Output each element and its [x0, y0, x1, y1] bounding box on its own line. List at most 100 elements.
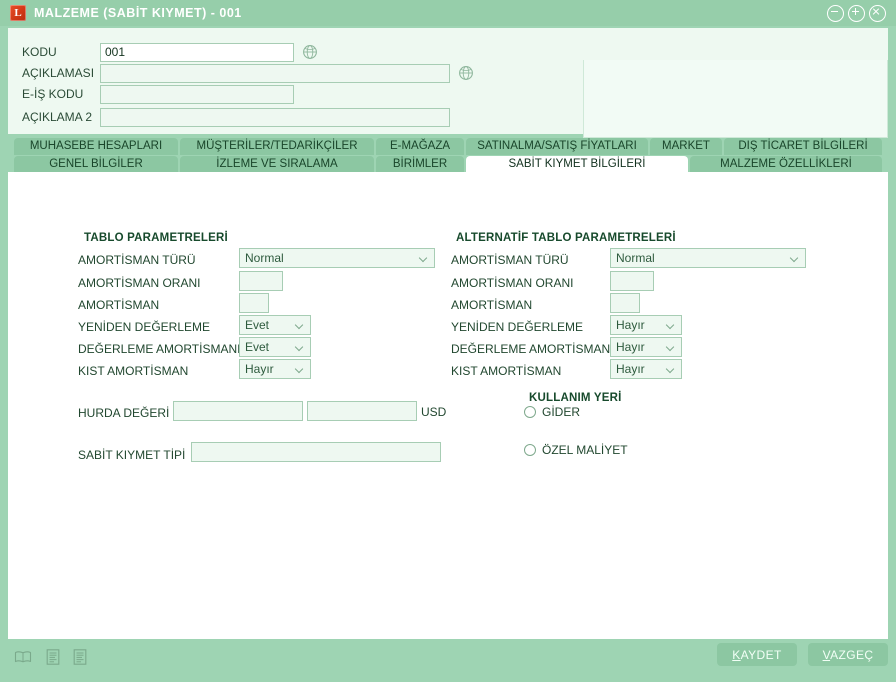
- maximize-button[interactable]: [848, 4, 865, 22]
- cancel-accel: V: [822, 647, 831, 662]
- section-title-alternatif-tablo-parametreleri: ALTERNATİF TABLO PARAMETRELERİ: [456, 232, 676, 244]
- tab-e-magaza[interactable]: E-MAĞAZA: [376, 138, 464, 155]
- yeniden-degerleme-select[interactable]: Evet: [239, 315, 311, 335]
- tab-strip: MUHASEBE HESAPLARI MÜŞTERİLER/TEDARİKÇİL…: [8, 138, 888, 174]
- field-row-aciklama2: AÇIKLAMA 2: [22, 107, 450, 127]
- logo-app-icon: L: [10, 5, 26, 21]
- kist-amortisman-select[interactable]: Hayır: [239, 359, 311, 379]
- save-button[interactable]: KAYDET: [717, 643, 797, 666]
- alt-amortisman-turu-value: Normal: [616, 251, 655, 265]
- chevron-down-icon: [791, 255, 799, 260]
- item-image-panel[interactable]: [583, 60, 888, 138]
- label-amortisman-turu: AMORTİSMAN TÜRÜ: [78, 253, 196, 267]
- tab-dis-ticaret-bilgileri[interactable]: DIŞ TİCARET BİLGİLERİ: [724, 138, 882, 155]
- label-kodu: KODU: [22, 45, 57, 59]
- chevron-down-icon: [296, 344, 304, 349]
- section-title-kullanim-yeri: KULLANIM YERİ: [529, 392, 622, 404]
- tab-birimler[interactable]: BİRİMLER: [376, 156, 464, 173]
- alt-amortisman-orani-input[interactable]: [610, 271, 654, 291]
- alt-yeniden-degerleme-value: Hayır: [616, 318, 645, 332]
- app-window: L MALZEME (SABİT KIYMET) - 001 KODU AÇIK…: [0, 0, 896, 682]
- cancel-label-rest: AZGEÇ: [830, 647, 874, 662]
- kist-amortisman-value: Hayır: [245, 362, 274, 376]
- label-hurda-degeri: HURDA DEĞERİ: [78, 406, 170, 420]
- save-label-rest: AYDET: [740, 647, 782, 662]
- tab-market[interactable]: MARKET: [650, 138, 722, 155]
- window-controls: [827, 4, 890, 22]
- tab-genel-bilgiler[interactable]: GENEL BİLGİLER: [14, 156, 178, 173]
- tab-malzeme-ozellikleri[interactable]: MALZEME ÖZELLİKLERİ: [690, 156, 882, 173]
- cancel-button[interactable]: VAZGEÇ: [808, 643, 888, 666]
- alt-amortisman-input[interactable]: [610, 293, 640, 313]
- label-alt-kist-amortisman: KIST AMORTİSMAN: [451, 364, 562, 378]
- label-alt-degerleme-amortismani: DEĞERLEME AMORTİSMANI: [451, 342, 614, 356]
- label-alt-amortisman: AMORTİSMAN: [451, 298, 533, 312]
- label-aciklama2: AÇIKLAMA 2: [22, 110, 93, 124]
- aciklama2-input[interactable]: [100, 107, 450, 127]
- label-aciklamasi: AÇIKLAMASI: [22, 66, 95, 80]
- field-row-eis-kodu: E-İŞ KODU: [22, 84, 294, 104]
- document-lines-icon[interactable]: [44, 648, 62, 666]
- sabit-kiymet-tipi-input[interactable]: [191, 442, 441, 462]
- footer-bar: KAYDET VAZGEÇ: [8, 639, 888, 674]
- label-degerleme-amortismani: DEĞERLEME AMORTİSMANI: [78, 342, 241, 356]
- amortisman-turu-value: Normal: [245, 251, 284, 265]
- minimize-button[interactable]: [827, 4, 844, 22]
- kodu-input[interactable]: [100, 42, 294, 62]
- radio-ozel-maliyet[interactable]: [524, 444, 536, 456]
- label-alt-amortisman-orani: AMORTİSMAN ORANI: [451, 276, 574, 290]
- alt-kist-amortisman-value: Hayır: [616, 362, 645, 376]
- tab-satinalma-satis-fiyatlari[interactable]: SATINALMA/SATIŞ FİYATLARI: [466, 138, 648, 155]
- label-yeniden-degerleme: YENİDEN DEĞERLEME: [78, 320, 211, 334]
- label-alt-yeniden-degerleme: YENİDEN DEĞERLEME: [451, 320, 584, 334]
- globe-icon[interactable]: [458, 65, 474, 81]
- label-amortisman-orani: AMORTİSMAN ORANI: [78, 276, 201, 290]
- hurda-degeri-currency: USD: [421, 405, 447, 419]
- header-panel: KODU AÇIKLAMASI E-İŞ KODU: [8, 28, 888, 138]
- eis-kodu-input[interactable]: [100, 84, 294, 104]
- chevron-down-icon: [296, 322, 304, 327]
- alt-kist-amortisman-select[interactable]: Hayır: [610, 359, 682, 379]
- yeniden-degerleme-value: Evet: [245, 318, 270, 332]
- alt-degerleme-amortismani-select[interactable]: Hayır: [610, 337, 682, 357]
- alt-amortisman-turu-select[interactable]: Normal: [610, 248, 806, 268]
- tab-row-upper: MUHASEBE HESAPLARI MÜŞTERİLER/TEDARİKÇİL…: [8, 138, 888, 155]
- aciklamasi-input[interactable]: [100, 63, 450, 83]
- alt-degerleme-amortismani-value: Hayır: [616, 340, 645, 354]
- radio-label-ozel-maliyet: ÖZEL MALİYET: [542, 443, 628, 457]
- chevron-down-icon: [667, 322, 675, 327]
- section-title-tablo-parametreleri: TABLO PARAMETRELERİ: [84, 232, 228, 244]
- amortisman-orani-input[interactable]: [239, 271, 283, 291]
- radio-label-gider: GİDER: [542, 405, 581, 419]
- close-button[interactable]: [869, 4, 886, 22]
- degerleme-amortismani-value: Evet: [245, 340, 270, 354]
- label-kist-amortisman: KIST AMORTİSMAN: [78, 364, 189, 378]
- label-sabit-kiymet-tipi: SABİT KIYMET TİPİ: [78, 448, 186, 462]
- globe-icon[interactable]: [302, 44, 318, 60]
- tab-musteriler-tedarikciler[interactable]: MÜŞTERİLER/TEDARİKÇİLER: [180, 138, 374, 155]
- notes-book-icon[interactable]: [14, 648, 32, 666]
- save-accel: K: [732, 647, 741, 662]
- document-lines-alt-icon[interactable]: [71, 648, 89, 666]
- amortisman-turu-select[interactable]: Normal: [239, 248, 435, 268]
- label-eis-kodu: E-İŞ KODU: [22, 87, 84, 101]
- field-row-kodu: KODU: [22, 42, 318, 62]
- tab-content-sabit-kiymet: TABLO PARAMETRELERİ AMORTİSMAN TÜRÜ Norm…: [8, 172, 888, 639]
- chevron-down-icon: [667, 366, 675, 371]
- label-alt-amortisman-turu: AMORTİSMAN TÜRÜ: [451, 253, 569, 267]
- chevron-down-icon: [420, 255, 428, 260]
- window-title: MALZEME (SABİT KIYMET) - 001: [34, 6, 242, 20]
- chevron-down-icon: [296, 366, 304, 371]
- radio-gider[interactable]: [524, 406, 536, 418]
- title-bar: L MALZEME (SABİT KIYMET) - 001: [0, 0, 896, 26]
- tab-muhasebe-hesaplari[interactable]: MUHASEBE HESAPLARI: [14, 138, 178, 155]
- tab-sabit-kiymet-bilgileri[interactable]: SABİT KIYMET BİLGİLERİ: [466, 156, 688, 173]
- hurda-degeri-input-1[interactable]: [173, 401, 303, 421]
- tab-izleme-ve-siralama[interactable]: İZLEME VE SIRALAMA: [180, 156, 374, 173]
- degerleme-amortismani-select[interactable]: Evet: [239, 337, 311, 357]
- alt-yeniden-degerleme-select[interactable]: Hayır: [610, 315, 682, 335]
- field-row-aciklamasi: AÇIKLAMASI: [22, 63, 474, 83]
- chevron-down-icon: [667, 344, 675, 349]
- hurda-degeri-input-2[interactable]: [307, 401, 417, 421]
- amortisman-input[interactable]: [239, 293, 269, 313]
